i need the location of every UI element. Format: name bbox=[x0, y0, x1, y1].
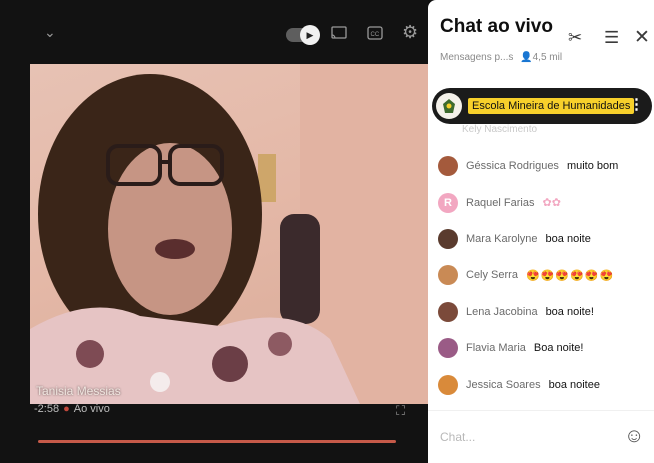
pinned-author: Escola Mineira de Humanidades bbox=[468, 98, 635, 114]
emoji-icon[interactable]: ☺ bbox=[624, 425, 644, 448]
message-text: Boa noite! bbox=[533, 342, 584, 355]
message-author[interactable]: Mara Karolyne bbox=[466, 233, 538, 245]
progress-bar[interactable] bbox=[38, 440, 396, 443]
speaker-video-image bbox=[30, 64, 428, 404]
viewer-count: 4,5 mil bbox=[532, 52, 563, 63]
live-dot-icon: ● bbox=[63, 403, 70, 415]
chat-message: Cely Serra 😍😍😍😍😍😍 bbox=[438, 257, 648, 293]
message-author[interactable]: Raquel Farias bbox=[466, 197, 534, 209]
chat-message: R Raquel Farias ✿✿ bbox=[438, 184, 648, 220]
autoplay-toggle-icon[interactable]: ▶ bbox=[286, 25, 320, 45]
message-author[interactable]: Flavia Maria bbox=[466, 342, 526, 354]
tune-icon[interactable]: ☰ bbox=[604, 28, 619, 48]
settings-icon[interactable]: ⚙ bbox=[402, 23, 418, 41]
chevron-down-icon[interactable]: ⌄ bbox=[44, 24, 56, 40]
player-top-bar: ⌄ ▶ CC ⚙ bbox=[0, 0, 428, 64]
message-text: muito bom bbox=[566, 160, 619, 173]
viewers-icon: 👤 bbox=[520, 52, 533, 63]
chat-mode-selector[interactable]: Mensagens p...s 👤4,5 mil bbox=[440, 52, 562, 63]
chat-input[interactable] bbox=[438, 425, 612, 449]
avatar[interactable] bbox=[438, 156, 458, 177]
message-author[interactable]: Jessica Soares bbox=[466, 379, 541, 391]
live-chat-panel: Chat ao vivo Mensagens p...s 👤4,5 mil ✂ … bbox=[428, 0, 654, 463]
more-options-icon[interactable]: ⋮ bbox=[629, 95, 644, 113]
video-player[interactable]: ⌄ ▶ CC ⚙ Tanisia Messias -2:58 ● Ao vivo… bbox=[0, 0, 428, 463]
partially-hidden-message: Kely Nascimento bbox=[462, 124, 538, 135]
chat-message: Flavia Maria Boa noite! bbox=[438, 330, 648, 366]
video-frame[interactable]: Tanisia Messias bbox=[30, 64, 428, 404]
chat-message: Mara Karolyne boa noite bbox=[438, 221, 648, 257]
live-badge[interactable]: Ao vivo bbox=[74, 403, 110, 415]
message-author[interactable]: Lena Jacobina bbox=[466, 306, 538, 318]
time-display: -2:58 bbox=[34, 403, 60, 415]
scissors-icon[interactable]: ✂ bbox=[568, 28, 582, 48]
chat-message-list: Géssica Rodrigues muito bom R Raquel Far… bbox=[438, 148, 648, 403]
avatar[interactable] bbox=[438, 338, 458, 359]
avatar[interactable] bbox=[438, 228, 458, 249]
message-text: boa noitee bbox=[548, 378, 600, 391]
chat-mode-label: Mensagens p...s bbox=[440, 52, 514, 63]
chat-message: Géssica Rodrigues muito bom bbox=[438, 148, 648, 184]
message-emoji: 😍😍😍😍😍😍 bbox=[525, 269, 615, 282]
fullscreen-icon[interactable]: ⛶ bbox=[396, 403, 405, 419]
chat-header: Chat ao vivo Mensagens p...s 👤4,5 mil ✂ … bbox=[428, 0, 654, 80]
pinned-avatar bbox=[436, 93, 462, 119]
svg-text:CC: CC bbox=[371, 32, 380, 38]
message-author[interactable]: Cely Serra bbox=[466, 269, 518, 281]
avatar[interactable] bbox=[438, 301, 458, 322]
speaker-name-label: Tanisia Messias bbox=[36, 384, 121, 398]
chat-input-row: ☺ bbox=[428, 410, 654, 463]
message-text: boa noite! bbox=[545, 305, 594, 318]
message-author[interactable]: Géssica Rodrigues bbox=[466, 160, 559, 172]
live-time-row: -2:58 ● Ao vivo bbox=[34, 403, 110, 415]
close-icon[interactable]: ✕ bbox=[634, 26, 650, 49]
pinned-message[interactable]: Escola Mineira de Humanidades ⋮ bbox=[432, 88, 652, 124]
chat-message: Jessica Soares boa noitee bbox=[438, 366, 648, 402]
avatar[interactable] bbox=[438, 265, 458, 286]
chat-title: Chat ao vivo bbox=[440, 16, 553, 37]
message-text: boa noite bbox=[545, 232, 591, 245]
school-logo-icon bbox=[443, 99, 455, 113]
cast-icon[interactable] bbox=[331, 26, 347, 43]
avatar[interactable]: R bbox=[438, 192, 458, 213]
message-text: ✿✿ bbox=[542, 197, 561, 210]
captions-icon[interactable]: CC bbox=[367, 26, 383, 43]
avatar[interactable] bbox=[438, 374, 458, 395]
chat-message: Lena Jacobina boa noite! bbox=[438, 294, 648, 330]
